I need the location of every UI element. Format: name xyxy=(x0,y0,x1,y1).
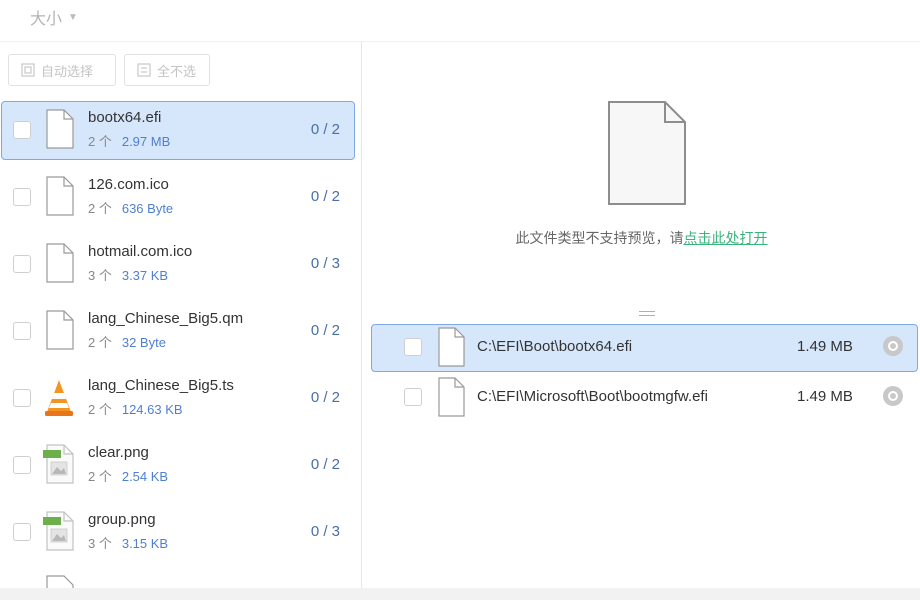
blank-file-icon xyxy=(46,243,74,283)
caret-down-icon: ▼ xyxy=(68,11,78,23)
file-size: 636 Byte xyxy=(121,201,174,216)
file-checkbox[interactable] xyxy=(13,523,31,541)
sort-by-size-dropdown[interactable]: 大小 ▼ xyxy=(30,6,78,28)
open-file-link[interactable]: 点击此处打开 xyxy=(684,230,768,246)
blank-file-icon xyxy=(46,109,74,149)
file-count: 3 个 xyxy=(88,536,112,551)
file-size: 3.37 KB xyxy=(121,268,169,283)
sort-bar: 大小 ▼ xyxy=(0,0,920,42)
path-row[interactable]: C:\EFI\Boot\bootx64.efi 1.49 MB xyxy=(371,324,918,374)
file-checkbox[interactable] xyxy=(13,456,31,474)
locate-icon[interactable] xyxy=(883,336,903,356)
file-meta: 2 个 2.97 MB xyxy=(88,131,170,150)
file-checkbox[interactable] xyxy=(13,322,31,340)
file-name: lang_Chinese_Big5.qm xyxy=(88,310,244,327)
file-size: 32 Byte xyxy=(121,335,166,350)
file-path: C:\EFI\Boot\bootx64.efi xyxy=(477,338,633,355)
file-row-partial[interactable] xyxy=(0,569,361,588)
selection-ratio: 0 / 2 xyxy=(310,456,340,473)
file-list: bootx64.efi 2 个 2.97 MB 0 / 2 126.com.ico… xyxy=(0,100,361,588)
blank-file-icon xyxy=(46,176,74,216)
selection-ratio: 0 / 2 xyxy=(310,389,340,406)
file-path: C:\EFI\Microsoft\Boot\bootmgfw.efi xyxy=(477,388,708,405)
file-count: 2 个 xyxy=(88,402,112,417)
large-file-icon xyxy=(608,101,686,205)
auto-select-label: 自动选择 xyxy=(41,63,94,79)
file-name: hotmail.com.ico xyxy=(88,243,193,260)
file-size: 1.49 MB xyxy=(797,338,853,355)
selection-ratio: 0 / 3 xyxy=(310,523,340,540)
file-name: clear.png xyxy=(88,444,149,461)
file-meta: 2 个 124.63 KB xyxy=(88,399,183,418)
sort-label: 大小 xyxy=(30,11,63,28)
file-count: 3 个 xyxy=(88,268,112,283)
file-row[interactable]: lang_Chinese_Big5.qm 2 个 32 Byte 0 / 2 xyxy=(0,301,361,368)
select-none-button[interactable]: 全不选 xyxy=(124,54,210,86)
file-checkbox[interactable] xyxy=(13,389,31,407)
vlc-cone-icon xyxy=(45,380,73,416)
blank-file-icon xyxy=(46,575,74,588)
file-group-pane: 自动选择 全不选 bootx64.efi 2 个 2.97 MB 0 / 2 1… xyxy=(0,42,362,588)
file-count: 2 个 xyxy=(88,469,112,484)
preview-pane: 此文件类型不支持预览，请点击此处打开 C:\EFI\Boot\bootx64.e… xyxy=(363,42,920,588)
file-meta: 2 个 2.54 KB xyxy=(88,466,168,485)
blank-file-icon xyxy=(438,377,465,417)
selection-ratio: 0 / 2 xyxy=(310,188,340,205)
file-name: 126.com.ico xyxy=(88,176,169,193)
file-meta: 3 个 3.15 KB xyxy=(88,533,168,552)
file-size: 2.97 MB xyxy=(121,134,171,149)
path-checkbox[interactable] xyxy=(404,388,422,406)
file-checkbox[interactable] xyxy=(13,255,31,273)
file-size: 3.15 KB xyxy=(121,536,169,551)
image-file-icon xyxy=(43,444,74,484)
bottom-bar xyxy=(0,588,920,600)
selection-ratio: 0 / 2 xyxy=(310,322,340,339)
file-count: 2 个 xyxy=(88,335,112,350)
preview-message-text: 此文件类型不支持预览，请 xyxy=(515,230,684,246)
blank-file-icon xyxy=(438,327,465,367)
selection-actions: 自动选择 全不选 xyxy=(8,54,210,86)
file-row[interactable]: clear.png 2 个 2.54 KB 0 / 2 xyxy=(0,435,361,502)
auto-select-icon xyxy=(21,63,35,77)
blank-file-icon xyxy=(46,310,74,350)
file-row[interactable]: bootx64.efi 2 个 2.97 MB 0 / 2 xyxy=(0,100,361,167)
file-size: 2.54 KB xyxy=(121,469,169,484)
image-file-icon xyxy=(43,511,74,551)
auto-select-button[interactable]: 自动选择 xyxy=(8,54,116,86)
locate-icon[interactable] xyxy=(883,386,903,406)
file-checkbox[interactable] xyxy=(13,188,31,206)
file-row[interactable]: 126.com.ico 2 个 636 Byte 0 / 2 xyxy=(0,167,361,234)
file-row[interactable]: lang_Chinese_Big5.ts 2 个 124.63 KB 0 / 2 xyxy=(0,368,361,435)
file-name: lang_Chinese_Big5.ts xyxy=(88,377,234,394)
file-row[interactable]: group.png 3 个 3.15 KB 0 / 3 xyxy=(0,502,361,569)
duplicate-file-finder: 大小 ▼ 自动选择 全不选 bootx64.efi 2 个 2.97 MB 0 … xyxy=(0,0,920,600)
file-meta: 2 个 32 Byte xyxy=(88,332,166,351)
file-size: 1.49 MB xyxy=(797,388,853,405)
select-none-label: 全不选 xyxy=(157,63,197,79)
file-row[interactable]: hotmail.com.ico 3 个 3.37 KB 0 / 3 xyxy=(0,234,361,301)
duplicate-path-list: C:\EFI\Boot\bootx64.efi 1.49 MB C:\EFI\M… xyxy=(371,324,918,424)
preview-unsupported-message: 此文件类型不支持预览，请点击此处打开 xyxy=(363,228,920,248)
file-checkbox[interactable] xyxy=(13,121,31,139)
selection-ratio: 0 / 3 xyxy=(310,255,340,272)
path-checkbox[interactable] xyxy=(404,338,422,356)
file-meta: 2 个 636 Byte xyxy=(88,198,173,217)
resize-handle[interactable] xyxy=(639,310,655,318)
file-count: 2 个 xyxy=(88,201,112,216)
file-name: bootx64.efi xyxy=(88,109,162,126)
file-name: group.png xyxy=(88,511,156,528)
file-size: 124.63 KB xyxy=(121,402,183,417)
selection-ratio: 0 / 2 xyxy=(310,121,340,138)
file-count: 2 个 xyxy=(88,134,112,149)
file-meta: 3 个 3.37 KB xyxy=(88,265,168,284)
path-row[interactable]: C:\EFI\Microsoft\Boot\bootmgfw.efi 1.49 … xyxy=(371,374,916,424)
select-none-icon xyxy=(137,63,151,77)
